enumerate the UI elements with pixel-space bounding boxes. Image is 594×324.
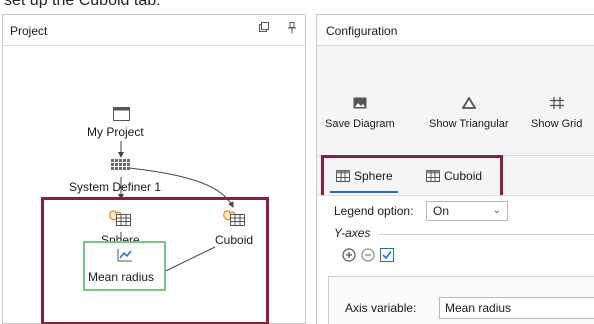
highlight-box-project — [41, 197, 269, 324]
group-divider — [378, 234, 594, 235]
pin-icon[interactable] — [287, 22, 297, 37]
restore-window-icon[interactable] — [259, 22, 269, 35]
project-panel: Project My Project System Definer 1 Sphe… — [2, 14, 306, 324]
checkbox-checked-icon[interactable] — [380, 248, 394, 262]
show-triangular-button[interactable]: Show Triangular — [429, 97, 509, 130]
show-grid-label: Show Grid — [531, 118, 583, 130]
chevron-down-icon: ⌄ — [492, 205, 501, 216]
axis-variable-value: Mean radius — [445, 301, 512, 315]
system-definer-grid-icon[interactable] — [111, 158, 131, 176]
grid-icon — [549, 97, 564, 109]
image-icon — [353, 97, 367, 109]
save-diagram-button[interactable]: Save Diagram — [325, 97, 395, 130]
configuration-panel: Configuration Save Diagram Show Triangul… — [316, 14, 594, 324]
show-grid-button[interactable]: Show Grid — [531, 97, 582, 130]
y-axes-group-label: Y-axes — [334, 226, 371, 240]
legend-option-label: Legend option: — [334, 204, 414, 218]
project-window-icon[interactable] — [113, 107, 130, 126]
legend-option-select[interactable]: On ⌄ — [426, 201, 508, 221]
node-label-system-definer[interactable]: System Definer 1 — [69, 180, 161, 194]
project-panel-header: Project — [3, 15, 305, 46]
configuration-content: Legend option: On ⌄ Y-axes Axis variable… — [318, 195, 594, 324]
axis-variable-label: Axis variable: — [345, 301, 417, 315]
save-diagram-label: Save Diagram — [325, 118, 395, 130]
show-triangular-label: Show Triangular — [429, 118, 509, 130]
add-icon[interactable] — [342, 248, 356, 262]
axis-settings-box: Axis variable: Mean radius — [328, 276, 594, 324]
configuration-panel-header: Configuration — [317, 15, 594, 46]
configuration-panel-title: Configuration — [326, 24, 398, 38]
node-label-my-project[interactable]: My Project — [87, 125, 144, 139]
axis-variable-field[interactable]: Mean radius — [439, 297, 594, 319]
remove-icon[interactable] — [361, 248, 375, 262]
triangle-icon — [461, 97, 476, 109]
project-panel-title: Project — [10, 24, 48, 38]
legend-option-value: On — [433, 204, 450, 218]
caption-text: set up the Cuboid tab: — [0, 0, 594, 8]
